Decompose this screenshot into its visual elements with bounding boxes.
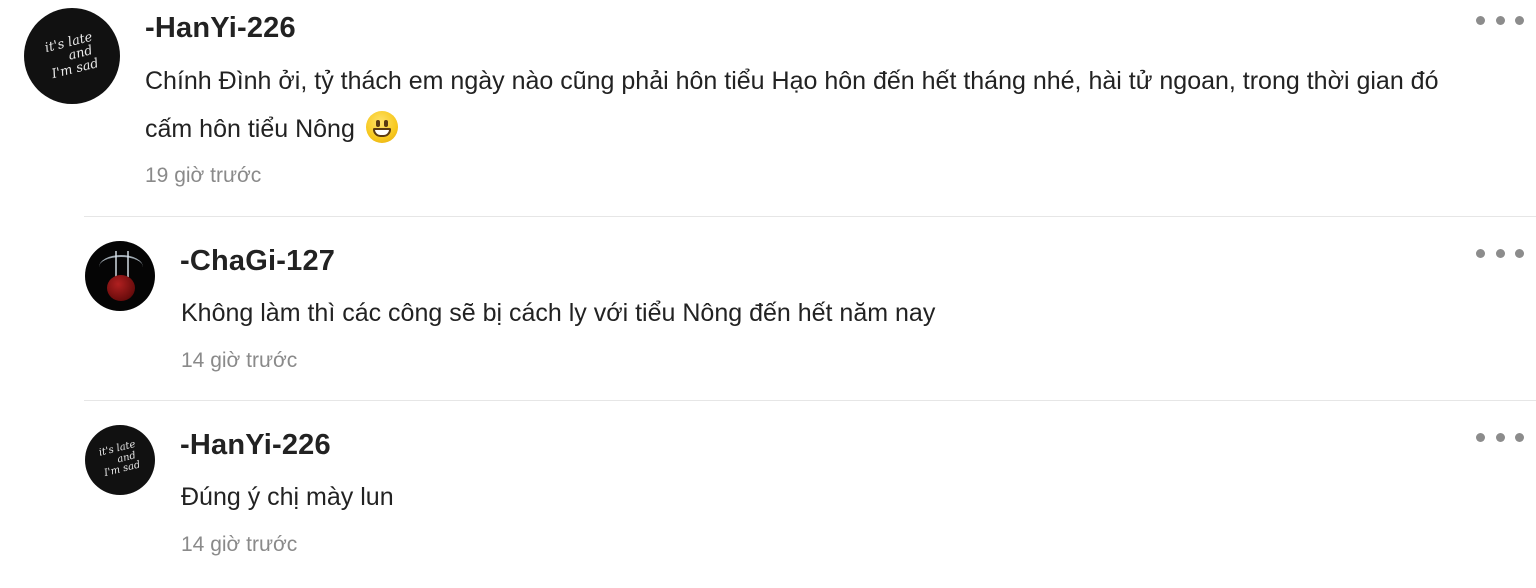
comment-username[interactable]: -HanYi-226 [145, 12, 296, 45]
more-dot [1495, 15, 1505, 25]
reply-item: it's late and I'm sad -HanYi-226 Đúng ý … [0, 401, 1536, 588]
more-dot [1476, 248, 1485, 258]
more-dot [1495, 248, 1505, 258]
avatar-chalk-text: it's late and I'm sad [43, 29, 101, 82]
more-options-icon[interactable] [1476, 12, 1524, 28]
more-dot [1476, 432, 1485, 442]
reply-item: -ChaGi-127 Không làm thì các công sẽ bị … [0, 217, 1536, 400]
more-dot [1495, 432, 1505, 442]
comment-timestamp: 14 giờ trước [181, 533, 298, 556]
splash-shape [115, 251, 129, 277]
more-dot [1515, 432, 1524, 442]
more-dot [1515, 248, 1524, 258]
grinning-face-icon [365, 111, 398, 143]
avatar[interactable]: it's late and I'm sad [85, 425, 155, 495]
comment-username[interactable]: -ChaGi-127 [180, 245, 335, 278]
apple-icon [107, 275, 135, 301]
comment-text: Đúng ý chị mày lun [181, 483, 394, 511]
comment-item: it's late and I'm sad -HanYi-226 Chính Đ… [0, 0, 1536, 216]
more-dot [1515, 15, 1524, 25]
avatar[interactable]: it's late and I'm sad [24, 8, 120, 104]
comment-text-line: cấm hôn tiểu Nông [145, 105, 1505, 153]
avatar-chalk-text: it's late and I'm sad [97, 439, 142, 480]
comment-text-line: Chính Đình ởi, tỷ thách em ngày nào cũng… [145, 67, 1439, 95]
comment-text: Chính Đình ởi, tỷ thách em ngày nào cũng… [145, 57, 1505, 153]
comment-timestamp: 19 giờ trước [145, 164, 262, 187]
more-options-icon[interactable] [1476, 429, 1524, 445]
comment-username[interactable]: -HanYi-226 [180, 429, 331, 462]
more-options-icon[interactable] [1476, 245, 1524, 261]
comment-timestamp: 14 giờ trước [181, 349, 298, 372]
comment-text: Không làm thì các công sẽ bị cách ly với… [181, 299, 936, 327]
avatar[interactable] [85, 241, 155, 311]
more-dot [1476, 15, 1485, 25]
